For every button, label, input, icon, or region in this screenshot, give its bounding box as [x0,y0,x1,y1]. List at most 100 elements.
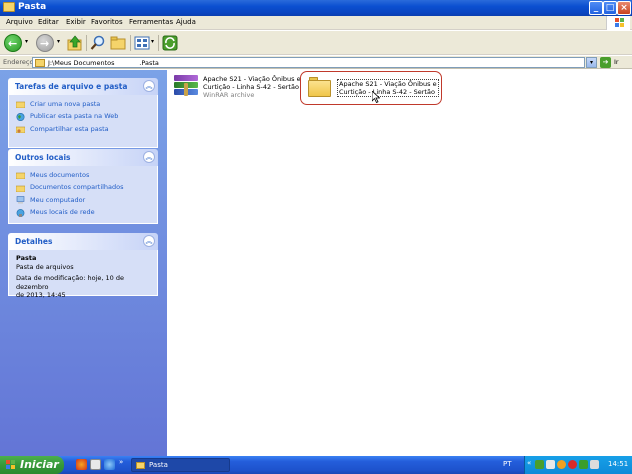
menu-bar: Arquivo Editar Exibir Favoritos Ferramen… [0,16,632,30]
file-name-line1: Apache S21 - Viação Ônibus e [203,75,301,83]
details-panel: Detalhes ︽ Pasta Pasta de arquivos Data … [8,233,158,299]
maximize-button[interactable]: □ [603,1,617,15]
forward-button[interactable]: → [36,34,54,52]
collapse-chevron-icon[interactable]: ︽ [143,235,155,247]
share-folder-icon [16,126,25,133]
close-button[interactable]: × [617,1,631,15]
details-panel-header[interactable]: Detalhes ︽ [8,233,158,250]
collapse-chevron-icon[interactable]: ︽ [143,80,155,92]
address-dropdown-button[interactable]: ▾ [586,57,597,68]
new-folder-icon [16,101,25,108]
menu-arquivo[interactable]: Arquivo [6,18,33,26]
folders-button[interactable] [110,35,126,51]
file-name-line2: Curtição - Linha S-42 - Sertão [203,83,299,91]
menu-favoritos[interactable]: Favoritos [91,18,123,26]
menu-ajuda[interactable]: Ajuda [176,18,196,26]
folder-icon [16,185,25,192]
views-icon [134,36,150,50]
place-shared-documents[interactable]: Documentos compartilhados [16,182,151,195]
go-button[interactable]: ➔ [600,57,611,68]
start-label: Iniciar [20,458,59,471]
volume-icon[interactable] [590,460,599,469]
menu-ferramentas[interactable]: Ferramentas [129,18,173,26]
folder-icon [308,77,331,97]
task-new-folder[interactable]: Criar uma nova pasta [16,98,151,111]
toolbar: ← ▾ → ▾ ▾ [0,31,632,55]
folder-icon [35,59,45,67]
views-button[interactable] [134,35,150,51]
sync-button[interactable] [162,35,178,51]
folders-icon [110,36,126,50]
tray-app-icon[interactable] [546,460,555,469]
quicklaunch-expand-icon[interactable]: » [119,458,123,466]
taskbar: Iniciar » Pasta PT « 14:51 [0,456,632,474]
task-pane: Tarefas de arquivo e pasta ︽ Criar uma n… [0,70,167,456]
address-label: Endereço [3,58,34,66]
folder-name-line2: Curtição - Linha S-42 - Sertão [339,88,435,96]
folder-name-label[interactable]: Apache S21 - Viação Ônibus e Curtição - … [337,79,439,97]
folder-icon [136,462,145,469]
search-button[interactable] [90,35,106,51]
up-folder-button[interactable] [67,35,83,51]
file-type: WinRAR archive [203,91,255,99]
detail-modified-line1: Data de modificação: hoje, 10 de dezembr… [16,274,124,291]
back-button[interactable]: ← [4,34,22,52]
sync-icon [162,35,178,51]
tray-app-icon[interactable] [557,460,566,469]
folder-icon [16,172,25,179]
language-indicator[interactable]: PT [503,460,512,468]
back-dropdown-icon[interactable]: ▾ [25,38,28,45]
start-button[interactable]: Iniciar [0,456,64,474]
winrar-archive-icon [174,74,198,98]
firefox-icon[interactable] [76,459,87,470]
windows-flag-icon [6,460,16,470]
folder-name-line1: Apache S21 - Viação Ônibus e [339,80,437,88]
file-item-winrar[interactable]: Apache S21 - Viação Ônibus e Curtição - … [167,70,301,104]
internet-explorer-icon[interactable] [104,459,115,470]
go-label[interactable]: Ir [614,58,619,66]
search-icon [90,35,105,50]
windows-logo-icon [606,16,630,30]
collapse-chevron-icon[interactable]: ︽ [143,151,155,163]
address-field[interactable]: J:\Meus Documentos .Pasta [32,57,585,68]
back-icon: ← [8,37,18,50]
tray-app-icon[interactable] [579,460,588,469]
tasks-panel-header[interactable]: Tarefas de arquivo e pasta ︽ [8,78,158,95]
place-my-computer[interactable]: Meu computador [16,194,151,207]
address-bar: Endereço J:\Meus Documentos .Pasta ▾ ➔ I… [0,56,632,69]
details-panel-title: Detalhes [15,237,53,246]
forward-icon: → [40,37,50,50]
globe-icon [16,112,25,121]
views-dropdown-icon[interactable]: ▾ [151,38,154,45]
network-icon [16,208,25,217]
taskbar-window-label: Pasta [149,461,168,469]
file-list[interactable]: Apache S21 - Viação Ônibus e Curtição - … [167,70,632,456]
forward-dropdown-icon[interactable]: ▾ [57,38,60,45]
computer-icon [16,196,25,204]
up-folder-icon [67,35,82,51]
title-bar[interactable]: Pasta _ □ × [0,0,632,16]
places-panel-title: Outros locais [15,153,71,162]
task-publish-web[interactable]: Publicar esta pasta na Web [16,111,151,124]
tray-expand-icon[interactable]: « [527,459,531,467]
place-my-documents[interactable]: Meus documentos [16,169,151,182]
show-desktop-icon[interactable] [90,459,101,470]
tray-app-icon[interactable] [535,460,544,469]
detail-type: Pasta de arquivos [16,262,74,271]
task-share-folder[interactable]: Compartilhar esta pasta [16,123,151,136]
places-panel: Outros locais ︽ Meus documentos Document… [8,149,158,224]
window-title: Pasta [18,2,47,12]
places-panel-header[interactable]: Outros locais ︽ [8,149,158,166]
detail-modified-line2: de 2013, 14:45 [16,291,66,299]
chevron-down-icon: ▾ [589,59,593,66]
minimize-button[interactable]: _ [589,1,603,15]
place-network[interactable]: Meus locais de rede [16,207,151,220]
menu-editar[interactable]: Editar [38,18,59,26]
folder-icon [3,2,15,12]
taskbar-window-pasta[interactable]: Pasta [131,458,230,472]
tray-app-icon[interactable] [568,460,577,469]
clock[interactable]: 14:51 [608,460,628,468]
menu-exibir[interactable]: Exibir [66,18,86,26]
go-arrow-icon: ➔ [602,58,609,66]
system-tray: « 14:51 [524,456,632,474]
